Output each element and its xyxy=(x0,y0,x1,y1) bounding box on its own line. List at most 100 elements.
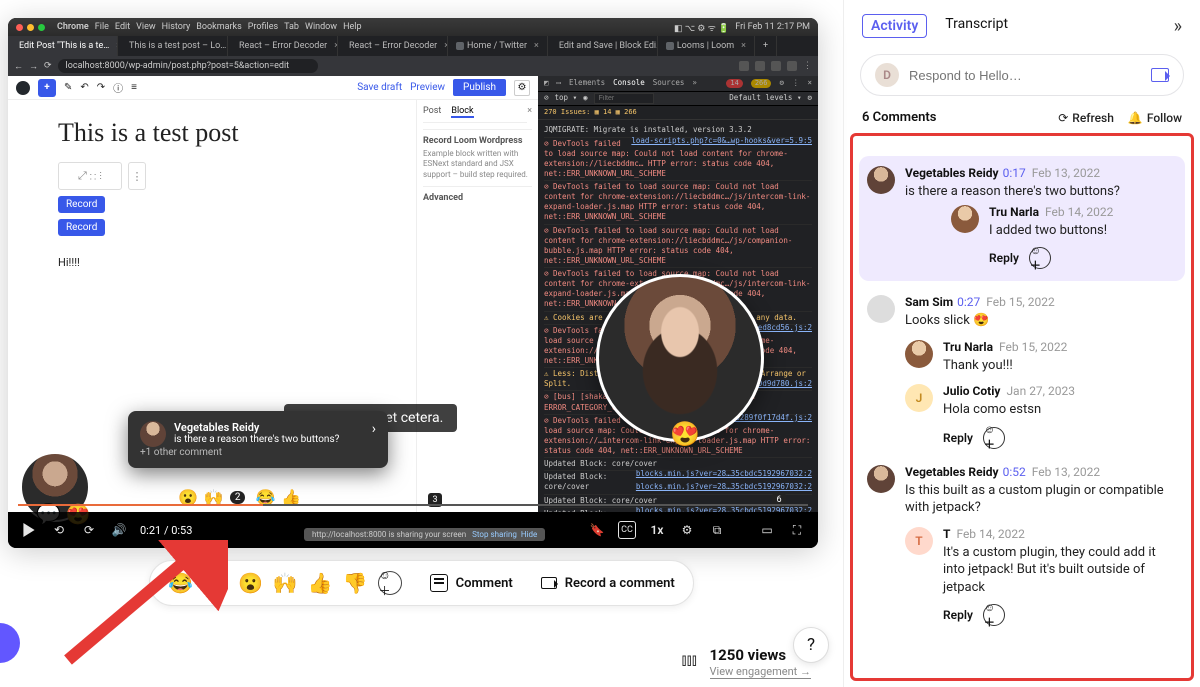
browser-tab[interactable]: React – Error Decoder× xyxy=(228,36,338,56)
toolbar-info-icon[interactable]: ⓘ xyxy=(113,80,123,95)
react-wow[interactable]: 😮 xyxy=(238,571,263,595)
bookmark-icon[interactable]: 🔖 xyxy=(588,521,606,539)
ext-icon[interactable] xyxy=(755,61,765,71)
save-draft-link[interactable]: Save draft xyxy=(357,82,402,93)
browser-tab[interactable]: Looms | Loom× xyxy=(658,36,755,56)
devtools-inspect-icon[interactable]: ◩ xyxy=(544,78,549,88)
console-filter-input[interactable] xyxy=(594,93,654,104)
add-block-button[interactable]: + xyxy=(38,79,56,97)
error-count-badge[interactable]: 14 xyxy=(726,79,742,88)
panel-collapse-icon[interactable]: » xyxy=(1174,16,1182,37)
help-button[interactable]: ? xyxy=(793,627,829,663)
browser-tab[interactable]: Edit Post "This is a te…× xyxy=(8,36,118,56)
toolbar-undo-icon[interactable]: ↶ xyxy=(80,82,88,93)
mac-menu-item[interactable]: Edit xyxy=(115,22,130,32)
react-icon[interactable]: ☺＋ xyxy=(983,427,1005,449)
url-field[interactable]: localhost:8000/wp-admin/post.php?post=5&… xyxy=(58,59,318,73)
post-title[interactable]: This is a test post xyxy=(58,118,376,148)
block-toolbar[interactable]: ⤢ ∷ ⫶ xyxy=(58,162,122,190)
browser-menu-icon[interactable]: ⋮ xyxy=(803,61,812,71)
mac-menu-item[interactable]: Help xyxy=(343,22,361,32)
react-thumbs-up[interactable]: 👍 xyxy=(308,571,333,595)
chevron-right-icon[interactable]: › xyxy=(372,421,376,437)
react-icon[interactable]: ☺＋ xyxy=(983,604,1005,626)
fullscreen-icon[interactable]: ⛶ xyxy=(788,521,806,539)
nav-fwd-icon[interactable]: → xyxy=(29,61,38,72)
mac-menu-item[interactable]: File xyxy=(95,22,109,32)
volume-icon[interactable]: 🔊 xyxy=(110,521,128,539)
issues-count[interactable]: 270 Issues: ▦ 14 ▦ 266 xyxy=(538,106,818,120)
theater-icon[interactable]: ▭ xyxy=(758,521,776,539)
comment-button[interactable]: Comment xyxy=(430,574,513,592)
settings-icon[interactable]: ⚙ xyxy=(678,521,696,539)
block-more[interactable]: ⋮ xyxy=(128,162,146,190)
timeline[interactable] xyxy=(8,496,818,512)
refresh-button[interactable]: ⟳ Refresh xyxy=(1058,111,1114,125)
tab-activity[interactable]: Activity xyxy=(862,14,927,38)
react-raise-hands[interactable]: 🙌 xyxy=(273,571,298,595)
log-levels[interactable]: Default levels ▾ xyxy=(729,93,801,103)
mac-menu-item[interactable]: Tab xyxy=(284,22,299,32)
sidebar-tab-block[interactable]: Block xyxy=(451,106,473,118)
console-settings-icon[interactable]: ⚙ xyxy=(807,93,812,103)
new-tab-button[interactable]: + xyxy=(755,36,777,56)
sidebar-close-icon[interactable]: × xyxy=(527,106,532,116)
warn-count-badge[interactable]: 266 xyxy=(751,79,772,88)
play-button[interactable] xyxy=(20,521,38,539)
devtools-menu-icon[interactable]: ⋮ xyxy=(792,78,800,88)
mac-menu-item[interactable]: View xyxy=(136,22,155,32)
react-heart-eyes[interactable]: 😍 xyxy=(203,571,228,595)
browser-tab[interactable]: Edit and Save | Block Edi…× xyxy=(548,36,658,56)
rewind-button[interactable]: ⟲ xyxy=(50,521,68,539)
settings-gear-icon[interactable]: ⚙ xyxy=(514,80,530,96)
react-icon[interactable]: ☺＋ xyxy=(1029,247,1051,269)
record-button[interactable]: Record xyxy=(58,219,105,236)
browser-tab[interactable]: This is a test post – Lo…× xyxy=(118,36,228,56)
mac-menu-item[interactable]: History xyxy=(162,22,191,32)
comment-timestamp[interactable]: 0:27 xyxy=(957,295,980,309)
video-reply-icon[interactable] xyxy=(1151,68,1169,82)
nav-back-icon[interactable]: ← xyxy=(14,61,23,72)
mac-menu-item[interactable]: Window xyxy=(305,22,337,32)
post-body-text[interactable]: Hi!!!! xyxy=(58,256,376,269)
comment-timestamp[interactable]: 0:17 xyxy=(1003,166,1026,180)
toolbar-pen-icon[interactable]: ✎ xyxy=(64,82,72,93)
reply-button[interactable]: Reply xyxy=(943,431,973,445)
devtools-tab-elements[interactable]: Elements xyxy=(569,78,605,88)
popup-more[interactable]: +1 other comment xyxy=(140,447,376,458)
record-button[interactable]: Record xyxy=(58,196,105,213)
devtools-tab-sources[interactable]: Sources xyxy=(653,78,685,88)
speed-button[interactable]: 1x xyxy=(648,521,666,539)
loom-fab[interactable] xyxy=(0,623,20,663)
browser-tab[interactable]: React – Error Decoder× xyxy=(338,36,448,56)
devtools-settings-icon[interactable]: ⚙ xyxy=(779,78,784,88)
react-thumbs-down[interactable]: 👎 xyxy=(343,571,368,595)
forward-button[interactable]: ⟳ xyxy=(80,521,98,539)
ext-icon[interactable] xyxy=(771,61,781,71)
browser-tab[interactable]: Home / Twitter× xyxy=(448,36,548,56)
console-clear-icon[interactable]: ⊘ xyxy=(544,93,549,103)
captions-button[interactable]: CC xyxy=(618,521,636,539)
reply-button[interactable]: Reply xyxy=(989,251,1019,265)
react-joy[interactable]: 😂 xyxy=(168,571,193,595)
ext-icon[interactable] xyxy=(739,61,749,71)
devtools-close-icon[interactable]: × xyxy=(807,78,812,88)
wordpress-icon[interactable] xyxy=(16,81,30,95)
devtools-tab-console[interactable]: Console xyxy=(613,78,645,88)
view-engagement-link[interactable]: View engagement → xyxy=(710,665,811,679)
reply-button[interactable]: Reply xyxy=(943,608,973,622)
preview-link[interactable]: Preview xyxy=(410,82,445,93)
advanced-section[interactable]: Advanced xyxy=(423,193,463,203)
toolbar-list-icon[interactable]: ≡ xyxy=(131,82,137,93)
tab-transcript[interactable]: Transcript xyxy=(945,16,1008,36)
pip-icon[interactable]: ⧉ xyxy=(708,521,726,539)
devtools-device-icon[interactable]: ▭ xyxy=(557,78,562,88)
analytics-icon[interactable]: ⫾⫾⫾ xyxy=(682,650,697,670)
publish-button[interactable]: Publish xyxy=(453,79,506,96)
comment-timestamp[interactable]: 0:52 xyxy=(1003,465,1026,479)
nav-reload-icon[interactable]: ⟳ xyxy=(44,61,52,71)
react-more-icon[interactable]: ☺＋ xyxy=(378,571,402,595)
mac-menu-item[interactable]: Profiles xyxy=(248,22,278,32)
mac-menu-item[interactable]: Bookmarks xyxy=(196,22,241,32)
record-comment-button[interactable]: Record a comment xyxy=(541,576,675,591)
